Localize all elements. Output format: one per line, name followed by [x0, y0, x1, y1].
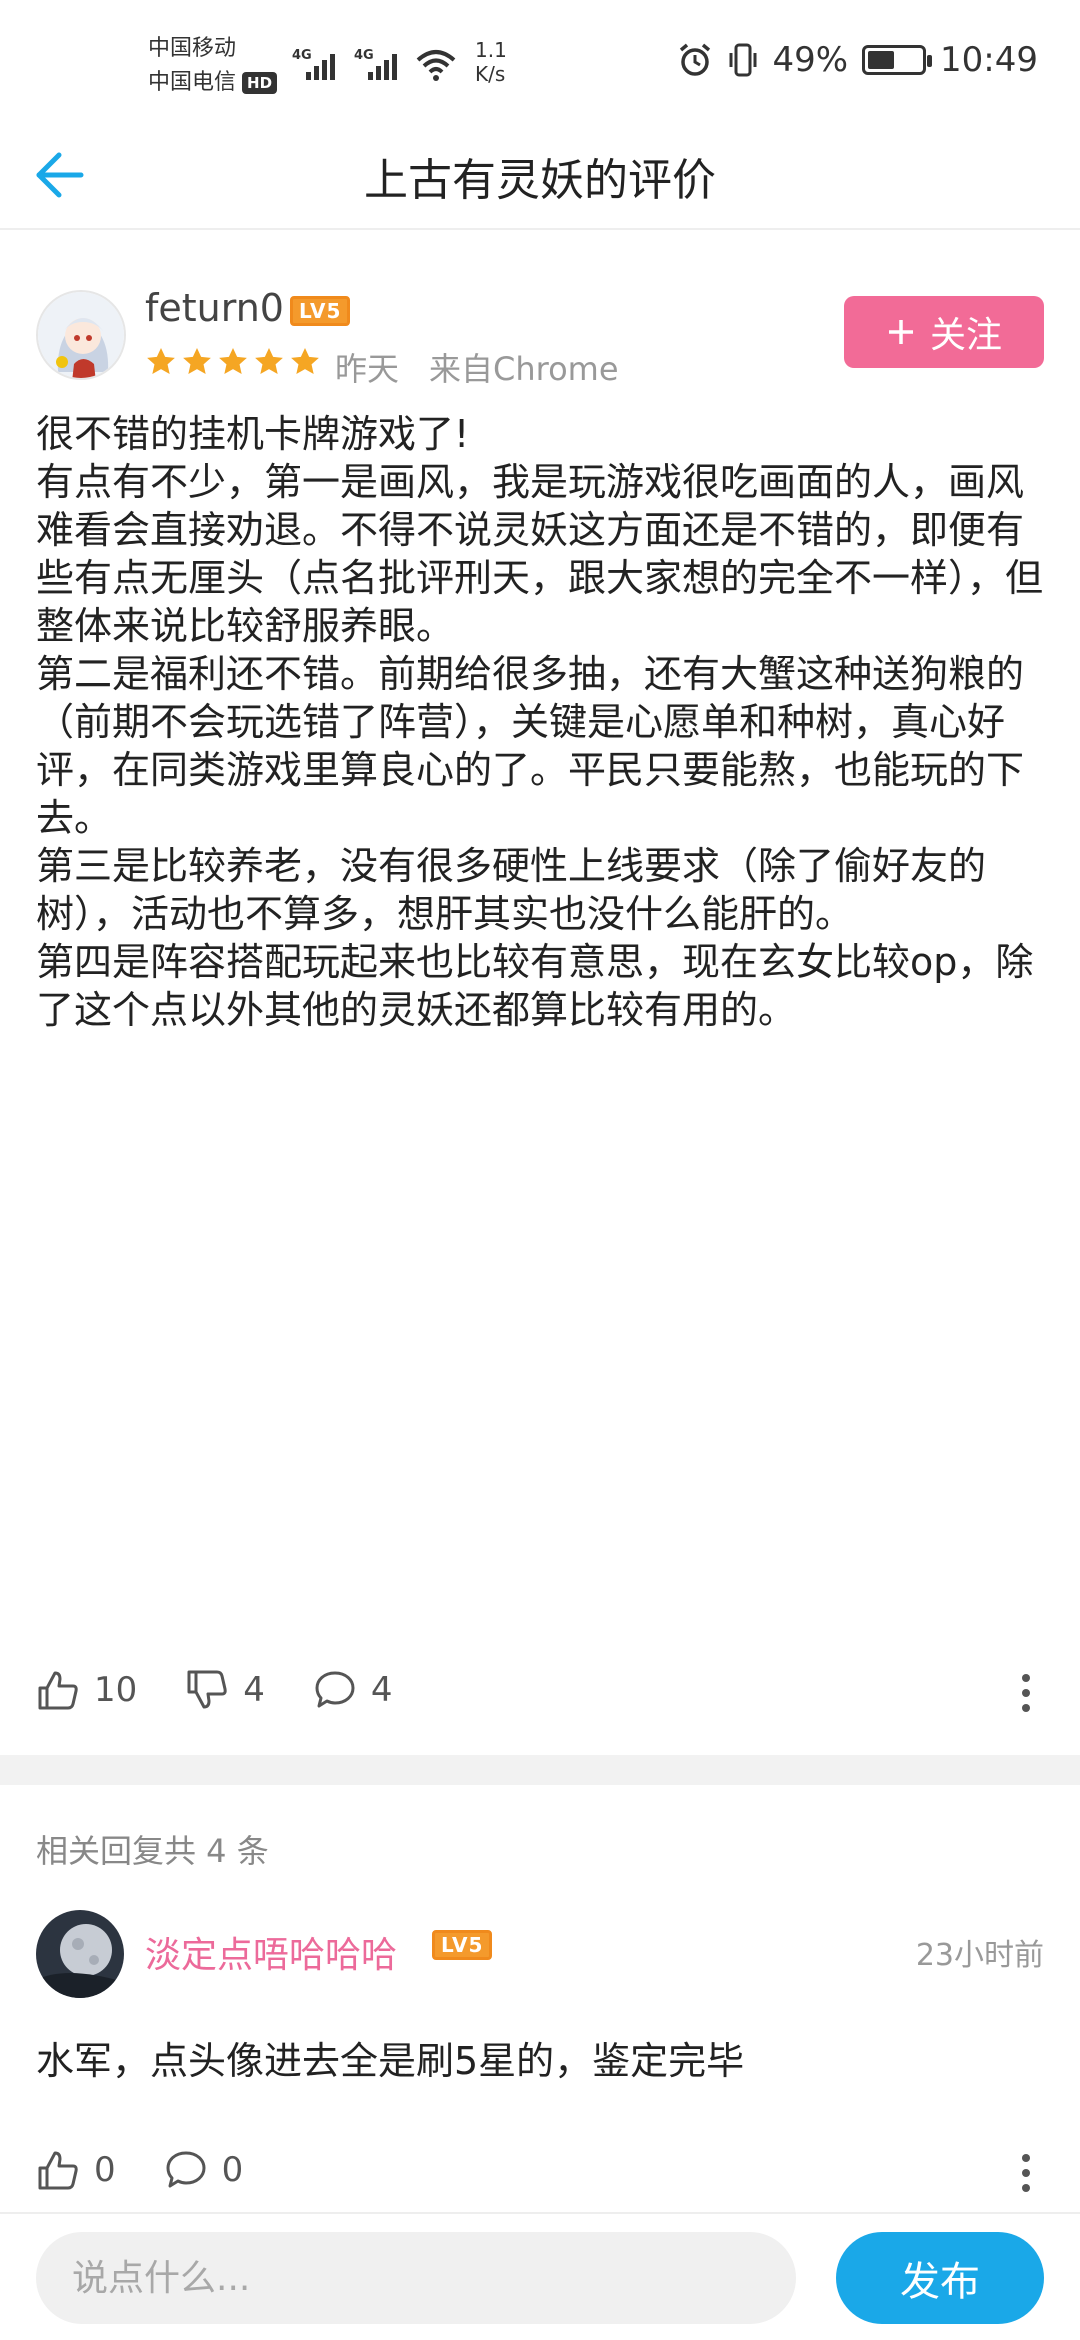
review-username[interactable]: feturn0 [145, 286, 284, 330]
status-bar: 中国移动 中国电信 HD 4G 4G 1.1 K/s 49% 10:49 [0, 0, 1080, 136]
star-icon [291, 348, 319, 374]
network-type-1: 4G [292, 48, 312, 63]
review-paragraph: 第二是福利还不错。前期给很多抽，还有大蟹这种送狗粮的（前期不会玩选错了阵营），关… [36, 652, 1025, 840]
clock: 10:49 [940, 40, 1038, 80]
reply-comment-count: 0 [221, 2150, 244, 2190]
reply-more-options-button[interactable] [1006, 2148, 1046, 2198]
header: 上古有灵妖的评价 [0, 120, 1080, 230]
network-speed: 1.1 K/s [475, 38, 507, 86]
rating-stars [145, 346, 321, 378]
section-divider [0, 1755, 1080, 1785]
speed-unit: K/s [475, 62, 506, 86]
reply-avatar[interactable] [36, 1910, 124, 1998]
alarm-icon [680, 43, 711, 76]
signal-indicators: 4G 4G [290, 44, 458, 84]
review-actions: 10 4 4 [36, 1660, 1046, 1720]
comment-icon [166, 2151, 206, 2188]
review-date: 昨天 [335, 350, 400, 388]
comment-input[interactable] [36, 2232, 796, 2324]
status-right: 49% 10:49 [676, 40, 1038, 80]
comment-icon [315, 1671, 355, 1708]
review-paragraph: 第四是阵容搭配玩起来也比较有意思，现在玄女比较op，除了这个点以外其他的灵妖还都… [36, 940, 1034, 1032]
like-button[interactable]: 10 [36, 1668, 137, 1712]
reply-username[interactable]: 淡定点唔哈哈哈 [145, 1926, 397, 1978]
replies-count: 相关回复共 4 条 [36, 1832, 269, 1870]
page-title: 上古有灵妖的评价 [364, 155, 716, 206]
carrier-2: 中国电信 [148, 70, 237, 95]
bottom-bar: 发布 [0, 2212, 1080, 2340]
more-options-button[interactable] [1006, 1668, 1046, 1718]
carrier-info: 中国移动 中国电信 HD [148, 32, 278, 100]
plus-icon [888, 320, 913, 344]
battery-percent: 49% [772, 40, 849, 80]
review-paragraph: 有点有不少，第一是画风，我是玩游戏很吃画面的人，画风难看会直接劝退。不得不说灵妖… [36, 460, 1044, 648]
review-paragraph: 第三是比较养老，没有很多硬性上线要求（除了偷好友的树），活动也不算多，想肝其实也… [36, 844, 987, 936]
speed-value: 1.1 [475, 38, 507, 62]
thumbs-down-icon [187, 1670, 227, 1709]
reply-like-count: 0 [94, 2150, 116, 2190]
dislike-count: 4 [243, 1670, 265, 1710]
like-count: 10 [94, 1670, 138, 1710]
star-icon [255, 348, 283, 374]
reply-time: 23小时前 [915, 1938, 1044, 1973]
vibrate-icon [729, 43, 757, 77]
star-icon [219, 348, 247, 374]
comment-button[interactable]: 4 [313, 1668, 393, 1712]
follow-label: 关注 [929, 315, 1002, 356]
publish-button[interactable]: 发布 [836, 2232, 1044, 2324]
signal-1-icon: 4G [290, 44, 338, 84]
reply-text: 水军，点头像进去全是刷5星的，鉴定完毕 [36, 2039, 745, 2083]
follow-button[interactable]: 关注 [844, 296, 1044, 368]
reply-level-badge: LV5 [432, 1930, 493, 1960]
thumbs-up-icon [38, 2151, 78, 2190]
dislike-button[interactable]: 4 [185, 1668, 265, 1712]
signal-2-icon: 4G [352, 44, 400, 84]
comment-count: 4 [370, 1670, 393, 1710]
review-body: 很不错的挂机卡牌游戏了! 有点有不少，第一是画风，我是玩游戏很吃画面的人，画风难… [36, 410, 1046, 1034]
thumbs-up-icon [38, 1671, 78, 1710]
star-icon [183, 348, 211, 374]
review-source: 来自Chrome [429, 350, 619, 388]
reply-actions: 0 0 [36, 2140, 1046, 2200]
network-type-2: 4G [354, 48, 374, 63]
hd-badge: HD [242, 72, 278, 94]
reply-comment-button[interactable]: 0 [164, 2148, 244, 2192]
battery-icon [862, 45, 933, 75]
wifi-icon [416, 50, 456, 81]
star-icon [147, 348, 175, 374]
review-meta: 昨天 来自Chrome [335, 344, 619, 390]
carrier-1: 中国移动 [148, 36, 237, 61]
level-badge: LV5 [290, 296, 351, 326]
avatar[interactable] [36, 290, 126, 380]
reply-like-button[interactable]: 0 [36, 2148, 116, 2192]
review-paragraph: 很不错的挂机卡牌游戏了! [36, 412, 470, 456]
